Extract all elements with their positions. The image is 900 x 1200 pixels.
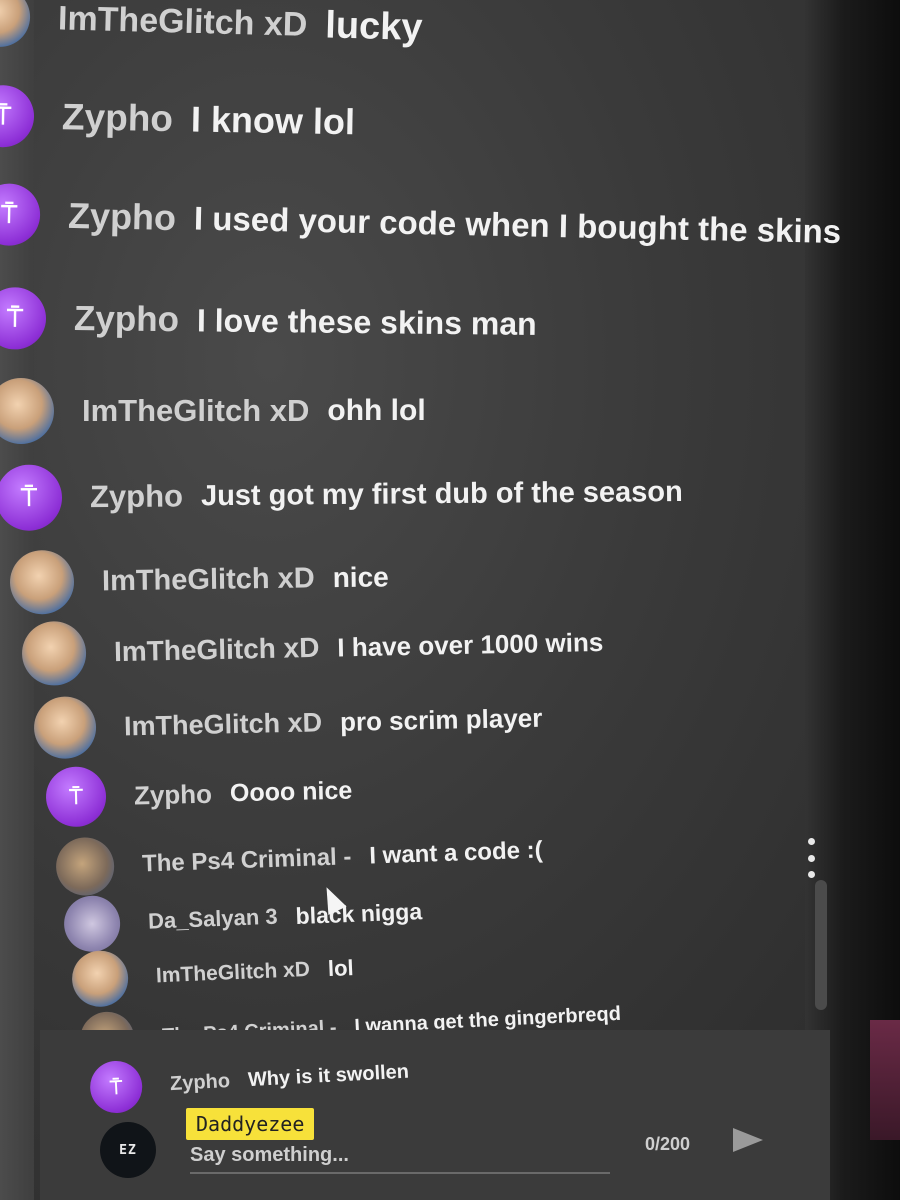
message-text: lol — [327, 955, 355, 982]
glitch-avatar — [0, 378, 54, 444]
criminal-avatar — [55, 836, 116, 897]
message-text: lucky — [324, 3, 424, 49]
chat-message: ImTheGlitch xD lucky — [0, 0, 423, 58]
own-username: Daddyezee — [186, 1108, 315, 1140]
chat-message: ImTheGlitch xD ohh lol — [0, 378, 426, 444]
zypho-avatar: ⍑ — [0, 182, 41, 247]
message-author: ImTheGlitch xD — [155, 957, 311, 988]
zypho-avatar: ⍑ — [0, 464, 63, 531]
message-text: pro scrim player — [339, 702, 543, 737]
message-author: The Ps4 Criminal - — [141, 843, 352, 878]
chat-message: ImTheGlitch xD I have over 1000 wins — [21, 610, 604, 687]
salyan-avatar — [63, 894, 122, 953]
chat-message: ⍑ Zypho Oooo nice — [45, 761, 353, 828]
glitch-avatar — [33, 696, 97, 760]
own-avatar: EZ — [100, 1122, 156, 1178]
chat-message-input[interactable] — [190, 1138, 610, 1174]
message-author: ImTheGlitch xD — [113, 631, 320, 668]
chat-message: The Ps4 Criminal - I want a code :( — [55, 822, 543, 897]
chat-message: ImTheGlitch xD pro scrim player — [33, 687, 543, 760]
zypho-avatar: ⍑ — [88, 1059, 144, 1115]
character-counter: 0/200 — [645, 1134, 691, 1154]
message-author: ImTheGlitch xD — [123, 706, 323, 741]
message-text: Oooo nice — [229, 776, 353, 807]
message-text: black nigga — [295, 897, 423, 929]
message-author: Zypho — [89, 478, 184, 515]
message-text: Why is it swollen — [247, 1060, 410, 1091]
send-button[interactable] — [728, 1120, 768, 1160]
chat-message: ⍑ Zypho I used your code when I bought t… — [0, 182, 842, 263]
message-text: I know lol — [190, 98, 356, 143]
chat-message: ⍑ Zypho I love these skins man — [0, 287, 537, 355]
message-author: ImTheGlitch xD — [101, 561, 315, 597]
message-author: ImTheGlitch xD — [82, 393, 310, 428]
chat-message: ⍑ Zypho Just got my first dub of the sea… — [0, 459, 683, 531]
chat-message: ⍑ Zypho I know lol — [0, 84, 356, 154]
zypho-avatar: ⍑ — [45, 766, 107, 828]
chat-message: ImTheGlitch xD lol — [70, 940, 355, 1008]
bezel-light — [870, 1020, 900, 1140]
message-author: Zypho — [133, 778, 213, 810]
glitch-avatar — [0, 0, 31, 48]
message-text: I want a code :( — [368, 836, 544, 870]
channel-logo-icon: EZ — [119, 1142, 137, 1158]
send-icon — [733, 1128, 763, 1152]
message-author: Zypho — [169, 1069, 231, 1095]
message-author: Zypho — [67, 194, 177, 239]
zypho-avatar: ⍑ — [0, 287, 47, 350]
message-author: Zypho — [61, 96, 174, 140]
message-author: ImTheGlitch xD — [57, 0, 308, 44]
zypho-avatar: ⍑ — [0, 84, 35, 148]
message-text: I used your code when I bought the skins — [193, 199, 842, 251]
message-text: I love these skins man — [196, 301, 537, 342]
message-author: Zypho — [73, 299, 180, 340]
glitch-avatar — [9, 549, 75, 615]
more-vert-icon[interactable] — [798, 838, 824, 878]
chat-scrollbar[interactable] — [815, 880, 827, 1010]
chat-input-area — [40, 1030, 830, 1200]
message-author: Da_Salyan 3 — [147, 903, 279, 934]
glitch-avatar — [21, 620, 87, 687]
message-text: ohh lol — [327, 394, 426, 427]
chat-message: ImTheGlitch xD nice — [9, 545, 390, 615]
message-text: Just got my first dub of the season — [200, 475, 683, 512]
message-text: nice — [332, 561, 389, 594]
message-text: I have over 1000 wins — [337, 626, 604, 662]
glitch-avatar — [70, 949, 130, 1008]
live-chat-panel: ImTheGlitch xD lucky ⍑ Zypho I know lol … — [0, 0, 845, 1200]
